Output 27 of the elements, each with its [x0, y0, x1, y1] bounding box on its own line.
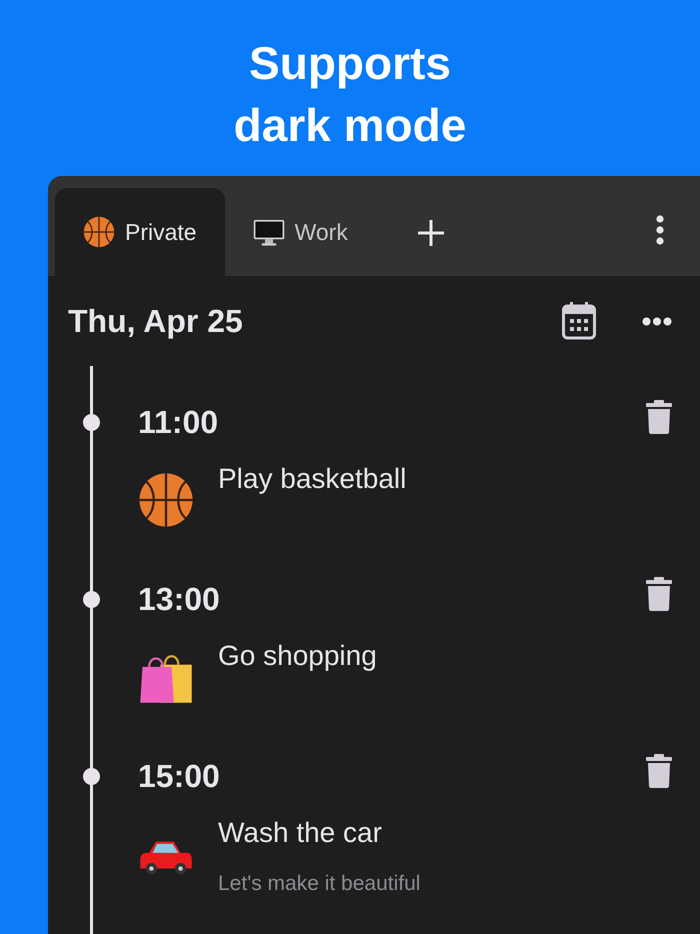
trash-icon: [646, 754, 672, 788]
delete-button[interactable]: [646, 577, 672, 611]
calendar-icon: [562, 302, 596, 340]
delete-button[interactable]: [646, 754, 672, 788]
event-title: Go shopping: [218, 639, 377, 673]
trash-icon: [646, 577, 672, 611]
tab[interactable]: Private: [55, 188, 225, 276]
more-options-button[interactable]: [642, 316, 672, 326]
event-time: 13:00: [138, 580, 220, 619]
plus-icon: [418, 220, 444, 246]
trash-icon: [646, 400, 672, 434]
headline: dark mode: [234, 98, 466, 153]
event-title: Play basketball: [218, 462, 406, 496]
delete-button[interactable]: [646, 400, 672, 434]
tab[interactable]: Work: [224, 188, 376, 276]
event-time: 11:00: [138, 403, 218, 442]
date-heading: Thu, Apr 25: [68, 302, 243, 341]
event-title: Wash the car: [218, 816, 383, 850]
more-horizontal-icon: [642, 316, 672, 326]
basketball-icon: [138, 472, 194, 528]
add-tab-button[interactable]: [416, 218, 446, 248]
event-note: Let's make it beautiful: [218, 871, 420, 897]
basketball-icon: [83, 216, 115, 248]
calendar-button[interactable]: [562, 302, 596, 340]
headline: Supports: [249, 36, 451, 91]
event-time: 15:00: [138, 757, 220, 796]
more-vertical-icon: [656, 215, 664, 245]
